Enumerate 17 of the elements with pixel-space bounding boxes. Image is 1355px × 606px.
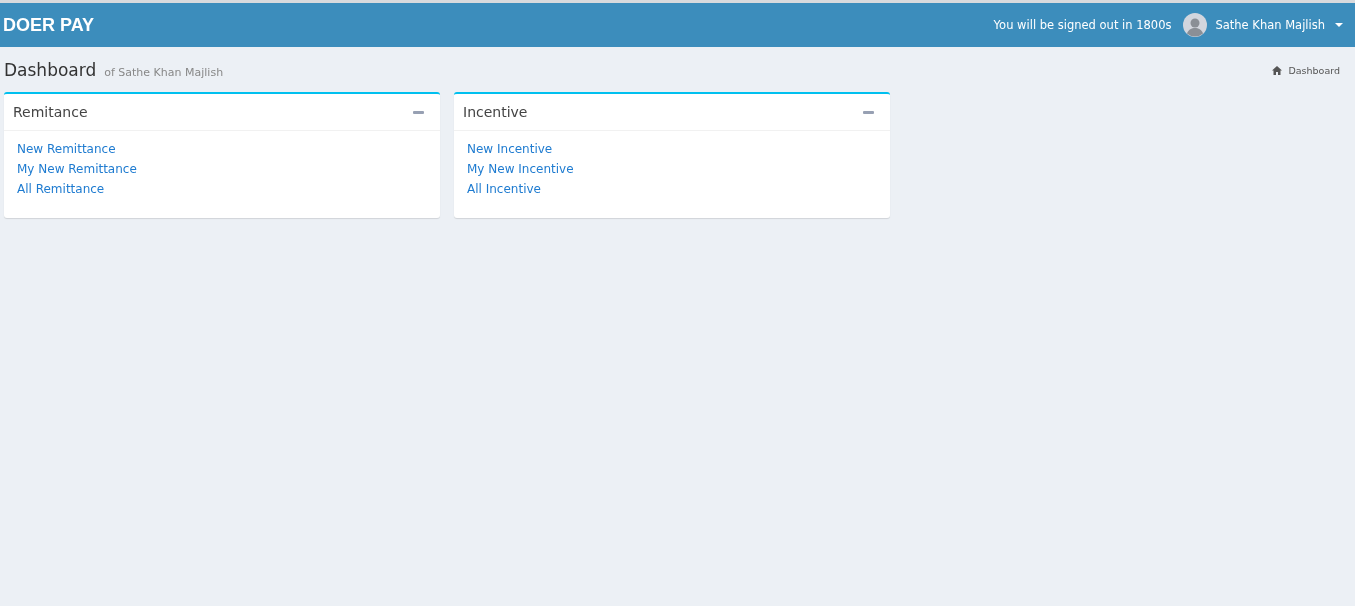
card-title: Incentive xyxy=(463,104,528,120)
menu-link[interactable]: My New Remittance xyxy=(17,161,137,178)
breadcrumb-link[interactable]: Dashboard xyxy=(1272,64,1340,76)
menu-link[interactable]: New Remittance xyxy=(17,141,116,158)
menu-link[interactable]: New Incentive xyxy=(467,141,553,158)
menu-link[interactable]: All Remittance xyxy=(17,181,105,198)
menu-link[interactable]: My New Incentive xyxy=(467,161,574,178)
session-notice: You will be signed out in 1800s xyxy=(993,18,1172,32)
page-title: Dashboard xyxy=(4,60,97,80)
page-subtitle: of Sathe Khan Majlish xyxy=(104,66,224,79)
menu-link[interactable]: All Incentive xyxy=(467,181,541,198)
card-title: Remitance xyxy=(13,104,88,120)
avatar-icon xyxy=(1183,13,1208,37)
app-logo[interactable]: DOER PAY xyxy=(0,14,95,36)
user-menu[interactable]: Sathe Khan Majlish xyxy=(1183,13,1343,37)
home-icon xyxy=(1272,65,1283,75)
caret-icon xyxy=(1335,23,1343,27)
